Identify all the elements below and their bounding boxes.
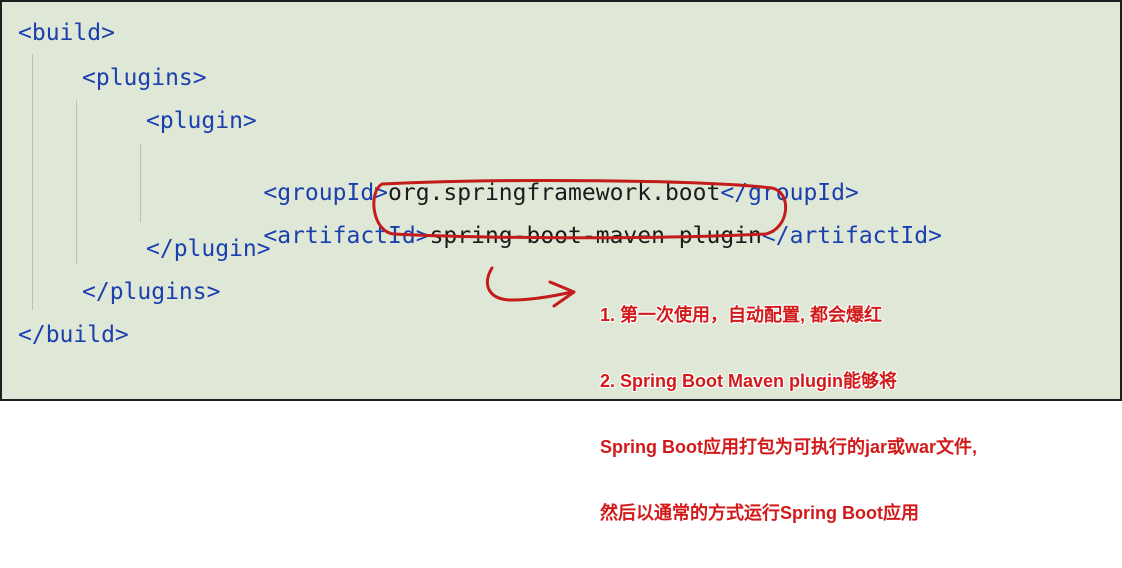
code-line-plugin-open: <plugin> [146, 108, 257, 134]
annotation-line-2: 2. Spring Boot Maven plugin能够将 [600, 371, 897, 391]
code-line-build-close: </build> [18, 322, 129, 348]
annotation-note: 1. 第一次使用，自动配置, 都会爆红 2. Spring Boot Maven… [600, 260, 977, 568]
artifact-id-value: spring-boot-maven-plugin [429, 223, 762, 249]
indent-guide [32, 54, 33, 310]
code-line-plugins-open: <plugins> [82, 65, 207, 91]
code-line-group-id: <groupId>org.springframework.boot</group… [208, 148, 858, 206]
code-line-plugins-close: </plugins> [82, 279, 221, 305]
annotation-line-3: Spring Boot应用打包为可执行的jar或war文件, [600, 437, 978, 457]
indent-guide [140, 144, 141, 222]
code-line-plugin-close: </plugin> [146, 236, 271, 262]
annotation-line-4: 然后以通常的方式运行Spring Boot应用 [600, 503, 919, 523]
artifact-id-close-tag: </artifactId> [761, 223, 942, 249]
code-line-artifact-id: <artifactId>spring-boot-maven-plugin</ar… [208, 191, 942, 249]
annotation-line-1: 1. 第一次使用，自动配置, 都会爆红 [600, 305, 883, 325]
code-line-build-open: <build> [18, 20, 115, 46]
indent-guide [76, 100, 77, 264]
artifact-id-open-tag: <artifactId> [263, 223, 430, 249]
code-editor: <build> <plugins> <plugin> <groupId>org.… [0, 0, 1122, 523]
